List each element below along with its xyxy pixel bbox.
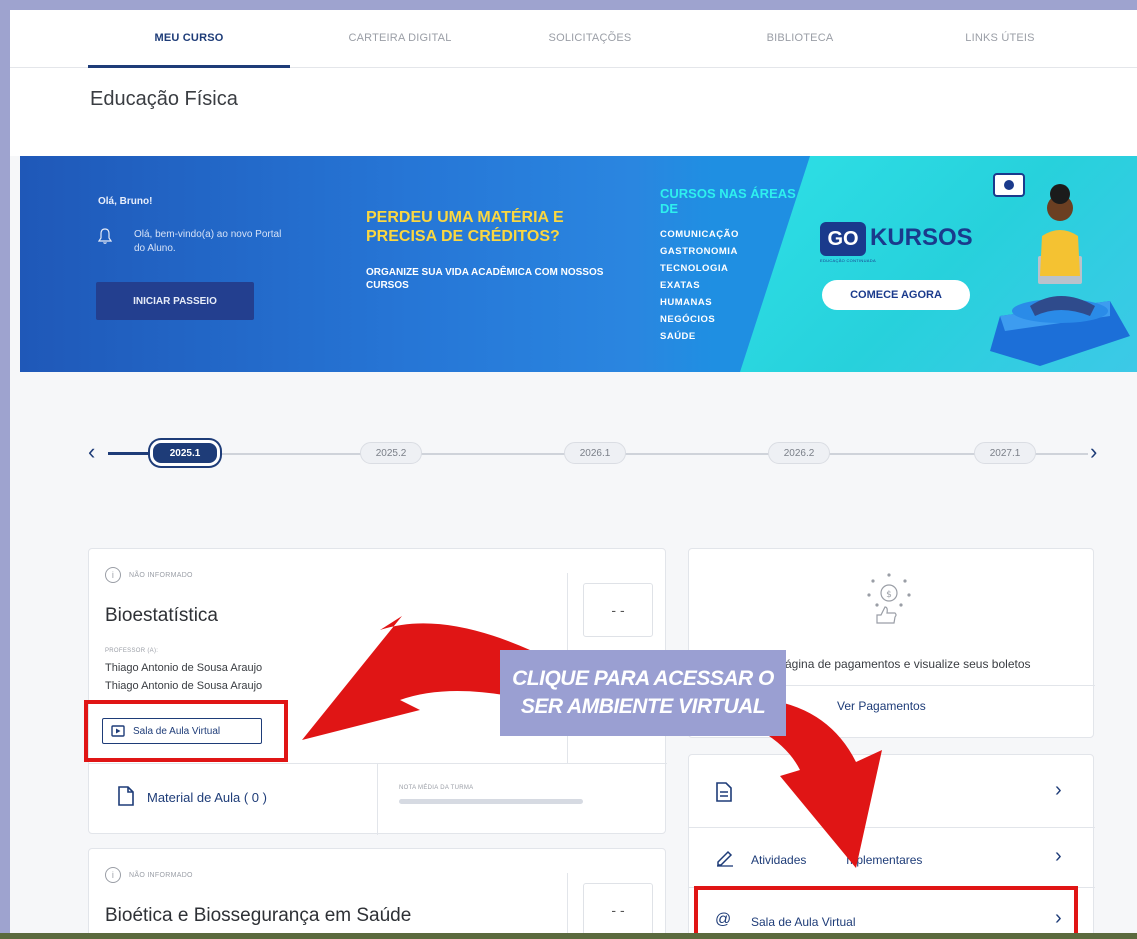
bottom-edge [0, 933, 1137, 939]
callout-line: SER AMBIENTE VIRTUAL [520, 695, 766, 718]
arrow-left-shape [302, 616, 530, 740]
annotation-arrows [302, 616, 882, 868]
portal-page: MEU CURSO CARTEIRA DIGITAL SOLICITAÇÕES … [10, 10, 1137, 939]
callout-line: CLIQUE PARA ACESSAR O [512, 667, 774, 690]
instruction-callout: CLIQUE PARA ACESSAR O SER AMBIENTE VIRTU… [500, 650, 786, 736]
left-decoration [0, 722, 10, 802]
